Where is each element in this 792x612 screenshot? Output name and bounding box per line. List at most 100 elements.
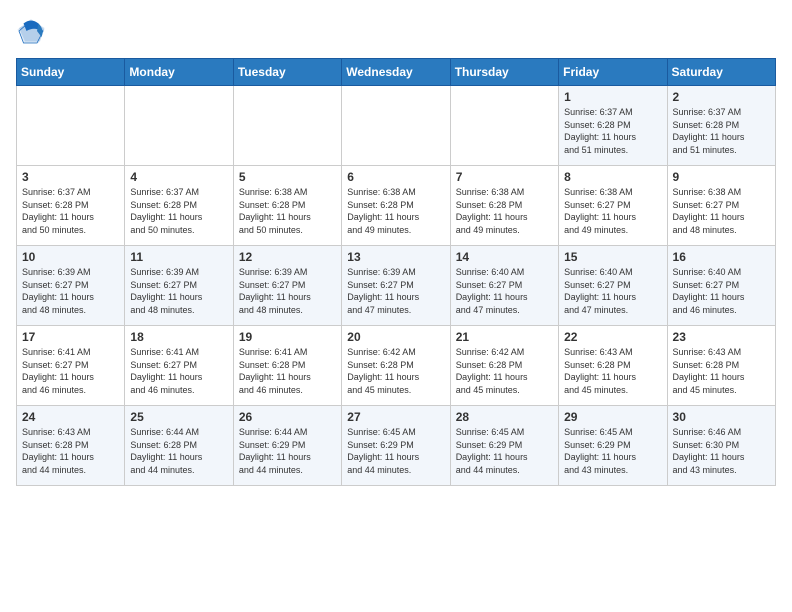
day-number: 2 — [673, 90, 770, 104]
calendar-cell: 24Sunrise: 6:43 AM Sunset: 6:28 PM Dayli… — [17, 406, 125, 486]
calendar-cell: 13 Sunrise: 6:39 AM Sunset: 6:27 PM Dayli… — [342, 246, 450, 326]
calendar-cell — [342, 86, 450, 166]
week-row-3: 10 Sunrise: 6:39 AM Sunset: 6:27 PM Dayli… — [17, 246, 776, 326]
calendar-cell: 14Sunrise: 6:40 AM Sunset: 6:27 PM Dayli… — [450, 246, 558, 326]
day-info: Sunrise: 6:43 AM Sunset: 6:28 PM Dayligh… — [673, 346, 770, 396]
day-info: Sunrise: 6:37 AM Sunset: 6:28 PM Dayligh… — [22, 186, 119, 236]
week-row-1: 1 Sunrise: 6:37 AM Sunset: 6:28 PM Daylig… — [17, 86, 776, 166]
day-header-friday: Friday — [559, 59, 667, 86]
day-number: 10 — [22, 250, 119, 264]
calendar-cell: 9Sunrise: 6:38 AM Sunset: 6:27 PM Daylig… — [667, 166, 775, 246]
calendar-cell: 22 Sunrise: 6:43 AM Sunset: 6:28 PM Dayli… — [559, 326, 667, 406]
day-info: Sunrise: 6:40 AM Sunset: 6:27 PM Dayligh… — [673, 266, 770, 316]
day-info: Sunrise: 6:41 AM Sunset: 6:28 PM Dayligh… — [239, 346, 336, 396]
day-info: Sunrise: 6:42 AM Sunset: 6:28 PM Dayligh… — [456, 346, 553, 396]
day-number: 13 — [347, 250, 444, 264]
day-number: 4 — [130, 170, 227, 184]
calendar-cell: 26 Sunrise: 6:44 AM Sunset: 6:29 PM Dayli… — [233, 406, 341, 486]
day-number: 8 — [564, 170, 661, 184]
day-number: 3 — [22, 170, 119, 184]
day-info: Sunrise: 6:38 AM Sunset: 6:27 PM Dayligh… — [564, 186, 661, 236]
day-info: Sunrise: 6:45 AM Sunset: 6:29 PM Dayligh… — [347, 426, 444, 476]
day-info: Sunrise: 6:46 AM Sunset: 6:30 PM Dayligh… — [673, 426, 770, 476]
day-number: 28 — [456, 410, 553, 424]
logo-icon — [16, 16, 46, 46]
day-number: 6 — [347, 170, 444, 184]
day-number: 27 — [347, 410, 444, 424]
calendar-cell: 10 Sunrise: 6:39 AM Sunset: 6:27 PM Dayli… — [17, 246, 125, 326]
calendar-cell: 27 Sunrise: 6:45 AM Sunset: 6:29 PM Dayli… — [342, 406, 450, 486]
day-number: 20 — [347, 330, 444, 344]
calendar-cell: 12 Sunrise: 6:39 AM Sunset: 6:27 PM Dayli… — [233, 246, 341, 326]
calendar-cell — [17, 86, 125, 166]
day-info: Sunrise: 6:41 AM Sunset: 6:27 PM Dayligh… — [22, 346, 119, 396]
day-number: 14 — [456, 250, 553, 264]
day-number: 11 — [130, 250, 227, 264]
days-header-row: SundayMondayTuesdayWednesdayThursdayFrid… — [17, 59, 776, 86]
day-info: Sunrise: 6:43 AM Sunset: 6:28 PM Dayligh… — [22, 426, 119, 476]
day-number: 22 — [564, 330, 661, 344]
day-number: 17 — [22, 330, 119, 344]
calendar-cell: 5 Sunrise: 6:38 AM Sunset: 6:28 PM Daylig… — [233, 166, 341, 246]
calendar-cell: 29Sunrise: 6:45 AM Sunset: 6:29 PM Dayli… — [559, 406, 667, 486]
day-header-thursday: Thursday — [450, 59, 558, 86]
calendar-cell: 17 Sunrise: 6:41 AM Sunset: 6:27 PM Dayli… — [17, 326, 125, 406]
day-info: Sunrise: 6:44 AM Sunset: 6:28 PM Dayligh… — [130, 426, 227, 476]
page-header — [16, 16, 776, 46]
day-header-monday: Monday — [125, 59, 233, 86]
day-info: Sunrise: 6:41 AM Sunset: 6:27 PM Dayligh… — [130, 346, 227, 396]
calendar-cell: 30 Sunrise: 6:46 AM Sunset: 6:30 PM Dayli… — [667, 406, 775, 486]
calendar-cell: 7Sunrise: 6:38 AM Sunset: 6:28 PM Daylig… — [450, 166, 558, 246]
calendar-cell: 19 Sunrise: 6:41 AM Sunset: 6:28 PM Dayli… — [233, 326, 341, 406]
day-number: 29 — [564, 410, 661, 424]
day-info: Sunrise: 6:37 AM Sunset: 6:28 PM Dayligh… — [673, 106, 770, 156]
calendar-cell — [125, 86, 233, 166]
day-number: 19 — [239, 330, 336, 344]
calendar-cell: 2 Sunrise: 6:37 AM Sunset: 6:28 PM Daylig… — [667, 86, 775, 166]
day-number: 1 — [564, 90, 661, 104]
calendar-cell — [233, 86, 341, 166]
day-info: Sunrise: 6:38 AM Sunset: 6:28 PM Dayligh… — [456, 186, 553, 236]
day-info: Sunrise: 6:38 AM Sunset: 6:28 PM Dayligh… — [347, 186, 444, 236]
day-number: 30 — [673, 410, 770, 424]
day-info: Sunrise: 6:39 AM Sunset: 6:27 PM Dayligh… — [347, 266, 444, 316]
day-info: Sunrise: 6:38 AM Sunset: 6:28 PM Dayligh… — [239, 186, 336, 236]
calendar-cell: 1 Sunrise: 6:37 AM Sunset: 6:28 PM Daylig… — [559, 86, 667, 166]
day-number: 18 — [130, 330, 227, 344]
day-info: Sunrise: 6:39 AM Sunset: 6:27 PM Dayligh… — [239, 266, 336, 316]
calendar-cell: 20 Sunrise: 6:42 AM Sunset: 6:28 PM Dayli… — [342, 326, 450, 406]
day-header-saturday: Saturday — [667, 59, 775, 86]
week-row-2: 3 Sunrise: 6:37 AM Sunset: 6:28 PM Daylig… — [17, 166, 776, 246]
day-info: Sunrise: 6:37 AM Sunset: 6:28 PM Dayligh… — [564, 106, 661, 156]
calendar-cell: 28 Sunrise: 6:45 AM Sunset: 6:29 PM Dayli… — [450, 406, 558, 486]
day-info: Sunrise: 6:37 AM Sunset: 6:28 PM Dayligh… — [130, 186, 227, 236]
day-info: Sunrise: 6:39 AM Sunset: 6:27 PM Dayligh… — [22, 266, 119, 316]
calendar-cell: 15 Sunrise: 6:40 AM Sunset: 6:27 PM Dayli… — [559, 246, 667, 326]
calendar-cell: 23 Sunrise: 6:43 AM Sunset: 6:28 PM Dayli… — [667, 326, 775, 406]
week-row-4: 17 Sunrise: 6:41 AM Sunset: 6:27 PM Dayli… — [17, 326, 776, 406]
day-info: Sunrise: 6:45 AM Sunset: 6:29 PM Dayligh… — [456, 426, 553, 476]
week-row-5: 24Sunrise: 6:43 AM Sunset: 6:28 PM Dayli… — [17, 406, 776, 486]
day-number: 5 — [239, 170, 336, 184]
day-info: Sunrise: 6:42 AM Sunset: 6:28 PM Dayligh… — [347, 346, 444, 396]
calendar-cell: 16Sunrise: 6:40 AM Sunset: 6:27 PM Dayli… — [667, 246, 775, 326]
day-info: Sunrise: 6:44 AM Sunset: 6:29 PM Dayligh… — [239, 426, 336, 476]
day-info: Sunrise: 6:40 AM Sunset: 6:27 PM Dayligh… — [564, 266, 661, 316]
day-number: 15 — [564, 250, 661, 264]
calendar-cell: 6 Sunrise: 6:38 AM Sunset: 6:28 PM Daylig… — [342, 166, 450, 246]
day-number: 23 — [673, 330, 770, 344]
day-number: 25 — [130, 410, 227, 424]
calendar-cell: 3 Sunrise: 6:37 AM Sunset: 6:28 PM Daylig… — [17, 166, 125, 246]
day-number: 12 — [239, 250, 336, 264]
day-number: 21 — [456, 330, 553, 344]
day-header-tuesday: Tuesday — [233, 59, 341, 86]
day-info: Sunrise: 6:43 AM Sunset: 6:28 PM Dayligh… — [564, 346, 661, 396]
day-number: 9 — [673, 170, 770, 184]
calendar-cell: 8 Sunrise: 6:38 AM Sunset: 6:27 PM Daylig… — [559, 166, 667, 246]
calendar-table: SundayMondayTuesdayWednesdayThursdayFrid… — [16, 58, 776, 486]
calendar-cell: 11 Sunrise: 6:39 AM Sunset: 6:27 PM Dayli… — [125, 246, 233, 326]
day-number: 26 — [239, 410, 336, 424]
calendar-cell: 25 Sunrise: 6:44 AM Sunset: 6:28 PM Dayli… — [125, 406, 233, 486]
logo — [16, 16, 50, 46]
day-info: Sunrise: 6:39 AM Sunset: 6:27 PM Dayligh… — [130, 266, 227, 316]
